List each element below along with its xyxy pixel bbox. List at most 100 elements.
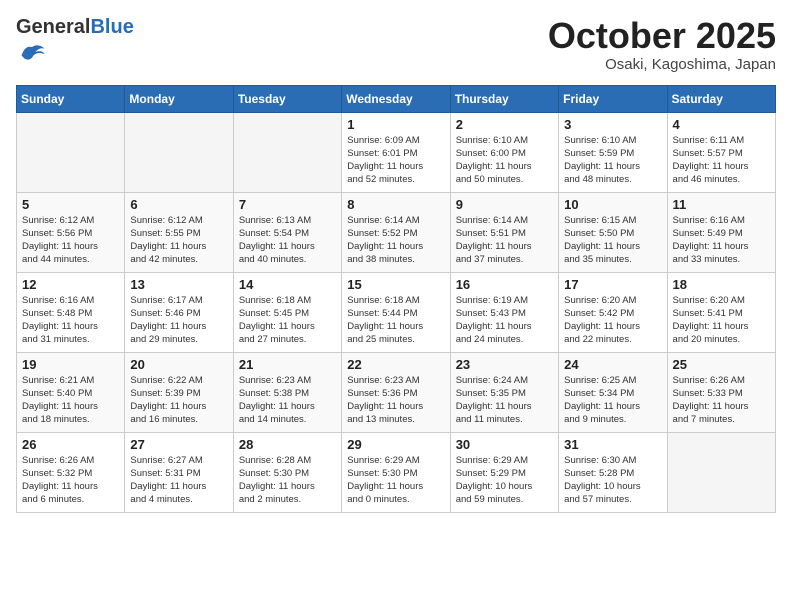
day-info: Sunrise: 6:14 AMSunset: 5:51 PMDaylight:… [456, 214, 553, 267]
day-number: 9 [456, 197, 553, 212]
day-cell: 28 Sunrise: 6:28 AMSunset: 5:30 PMDayligh… [233, 432, 341, 512]
day-info: Sunrise: 6:22 AMSunset: 5:39 PMDaylight:… [130, 374, 227, 427]
day-cell: 9 Sunrise: 6:14 AMSunset: 5:51 PMDaylight… [450, 192, 558, 272]
day-number: 21 [239, 357, 336, 372]
day-info: Sunrise: 6:28 AMSunset: 5:30 PMDaylight:… [239, 454, 336, 507]
day-info: Sunrise: 6:10 AMSunset: 6:00 PMDaylight:… [456, 134, 553, 187]
day-info: Sunrise: 6:20 AMSunset: 5:41 PMDaylight:… [673, 294, 770, 347]
day-cell: 21 Sunrise: 6:23 AMSunset: 5:38 PMDayligh… [233, 352, 341, 432]
location-subtitle: Osaki, Kagoshima, Japan [548, 56, 776, 73]
calendar-table: SundayMondayTuesdayWednesdayThursdayFrid… [16, 85, 776, 513]
day-info: Sunrise: 6:13 AMSunset: 5:54 PMDaylight:… [239, 214, 336, 267]
day-number: 2 [456, 117, 553, 132]
day-info: Sunrise: 6:18 AMSunset: 5:44 PMDaylight:… [347, 294, 444, 347]
day-info: Sunrise: 6:16 AMSunset: 5:48 PMDaylight:… [22, 294, 119, 347]
day-number: 23 [456, 357, 553, 372]
day-number: 19 [22, 357, 119, 372]
day-cell: 15Sunrise: 6:18 AMSunset: 5:44 PMDayligh… [342, 272, 450, 352]
day-cell: 13 Sunrise: 6:17 AMSunset: 5:46 PMDayligh… [125, 272, 233, 352]
day-info: Sunrise: 6:25 AMSunset: 5:34 PMDaylight:… [564, 374, 661, 427]
week-row-1: 1 Sunrise: 6:09 AMSunset: 6:01 PMDaylight… [17, 112, 776, 192]
week-row-3: 12 Sunrise: 6:16 AMSunset: 5:48 PMDayligh… [17, 272, 776, 352]
col-header-sunday: Sunday [17, 85, 125, 112]
day-info: Sunrise: 6:30 AMSunset: 5:28 PMDaylight:… [564, 454, 661, 507]
day-cell: 20 Sunrise: 6:22 AMSunset: 5:39 PMDayligh… [125, 352, 233, 432]
day-number: 29 [347, 437, 444, 452]
month-title: October 2025 [548, 16, 776, 56]
day-number: 13 [130, 277, 227, 292]
day-cell: 11 Sunrise: 6:16 AMSunset: 5:49 PMDayligh… [667, 192, 775, 272]
day-number: 6 [130, 197, 227, 212]
day-info: Sunrise: 6:23 AMSunset: 5:36 PMDaylight:… [347, 374, 444, 427]
day-info: Sunrise: 6:10 AMSunset: 5:59 PMDaylight:… [564, 134, 661, 187]
day-cell: 3 Sunrise: 6:10 AMSunset: 5:59 PMDaylight… [559, 112, 667, 192]
day-number: 14 [239, 277, 336, 292]
day-info: Sunrise: 6:26 AMSunset: 5:32 PMDaylight:… [22, 454, 119, 507]
col-header-thursday: Thursday [450, 85, 558, 112]
day-cell: 18 Sunrise: 6:20 AMSunset: 5:41 PMDayligh… [667, 272, 775, 352]
logo-general-text: General [16, 16, 90, 38]
day-number: 20 [130, 357, 227, 372]
day-number: 10 [564, 197, 661, 212]
col-header-monday: Monday [125, 85, 233, 112]
day-number: 1 [347, 117, 444, 132]
day-number: 25 [673, 357, 770, 372]
day-number: 18 [673, 277, 770, 292]
day-info: Sunrise: 6:19 AMSunset: 5:43 PMDaylight:… [456, 294, 553, 347]
day-cell: 10Sunrise: 6:15 AMSunset: 5:50 PMDayligh… [559, 192, 667, 272]
day-info: Sunrise: 6:16 AMSunset: 5:49 PMDaylight:… [673, 214, 770, 267]
logo-bird-icon [18, 38, 46, 66]
day-cell: 29Sunrise: 6:29 AMSunset: 5:30 PMDayligh… [342, 432, 450, 512]
day-cell: 7 Sunrise: 6:13 AMSunset: 5:54 PMDaylight… [233, 192, 341, 272]
day-number: 5 [22, 197, 119, 212]
col-header-saturday: Saturday [667, 85, 775, 112]
day-info: Sunrise: 6:12 AMSunset: 5:56 PMDaylight:… [22, 214, 119, 267]
day-number: 4 [673, 117, 770, 132]
logo: GeneralBlue [16, 16, 134, 71]
day-info: Sunrise: 6:17 AMSunset: 5:46 PMDaylight:… [130, 294, 227, 347]
day-number: 11 [673, 197, 770, 212]
day-number: 22 [347, 357, 444, 372]
day-info: Sunrise: 6:09 AMSunset: 6:01 PMDaylight:… [347, 134, 444, 187]
day-cell: 17Sunrise: 6:20 AMSunset: 5:42 PMDayligh… [559, 272, 667, 352]
day-cell: 12 Sunrise: 6:16 AMSunset: 5:48 PMDayligh… [17, 272, 125, 352]
day-cell [17, 112, 125, 192]
day-info: Sunrise: 6:29 AMSunset: 5:29 PMDaylight:… [456, 454, 553, 507]
col-header-friday: Friday [559, 85, 667, 112]
day-number: 7 [239, 197, 336, 212]
day-info: Sunrise: 6:18 AMSunset: 5:45 PMDaylight:… [239, 294, 336, 347]
day-info: Sunrise: 6:26 AMSunset: 5:33 PMDaylight:… [673, 374, 770, 427]
day-number: 28 [239, 437, 336, 452]
week-row-2: 5 Sunrise: 6:12 AMSunset: 5:56 PMDaylight… [17, 192, 776, 272]
day-cell: 23 Sunrise: 6:24 AMSunset: 5:35 PMDayligh… [450, 352, 558, 432]
day-info: Sunrise: 6:20 AMSunset: 5:42 PMDaylight:… [564, 294, 661, 347]
day-cell [125, 112, 233, 192]
day-cell: 26Sunrise: 6:26 AMSunset: 5:32 PMDayligh… [17, 432, 125, 512]
day-number: 30 [456, 437, 553, 452]
day-info: Sunrise: 6:24 AMSunset: 5:35 PMDaylight:… [456, 374, 553, 427]
calendar-header-row: SundayMondayTuesdayWednesdayThursdayFrid… [17, 85, 776, 112]
day-cell: 14 Sunrise: 6:18 AMSunset: 5:45 PMDayligh… [233, 272, 341, 352]
day-info: Sunrise: 6:21 AMSunset: 5:40 PMDaylight:… [22, 374, 119, 427]
day-info: Sunrise: 6:11 AMSunset: 5:57 PMDaylight:… [673, 134, 770, 187]
page-header: GeneralBlue October 2025 Osaki, Kagoshim… [16, 16, 776, 73]
title-block: October 2025 Osaki, Kagoshima, Japan [548, 16, 776, 73]
day-info: Sunrise: 6:23 AMSunset: 5:38 PMDaylight:… [239, 374, 336, 427]
day-info: Sunrise: 6:12 AMSunset: 5:55 PMDaylight:… [130, 214, 227, 267]
day-number: 16 [456, 277, 553, 292]
day-cell: 1 Sunrise: 6:09 AMSunset: 6:01 PMDaylight… [342, 112, 450, 192]
week-row-4: 19 Sunrise: 6:21 AMSunset: 5:40 PMDayligh… [17, 352, 776, 432]
day-cell: 22 Sunrise: 6:23 AMSunset: 5:36 PMDayligh… [342, 352, 450, 432]
day-number: 3 [564, 117, 661, 132]
day-number: 27 [130, 437, 227, 452]
day-cell: 27Sunrise: 6:27 AMSunset: 5:31 PMDayligh… [125, 432, 233, 512]
day-cell: 4 Sunrise: 6:11 AMSunset: 5:57 PMDaylight… [667, 112, 775, 192]
day-cell: 31Sunrise: 6:30 AMSunset: 5:28 PMDayligh… [559, 432, 667, 512]
day-cell [233, 112, 341, 192]
day-number: 24 [564, 357, 661, 372]
day-number: 8 [347, 197, 444, 212]
week-row-5: 26Sunrise: 6:26 AMSunset: 5:32 PMDayligh… [17, 432, 776, 512]
day-number: 12 [22, 277, 119, 292]
logo-blue-text: Blue [90, 16, 133, 38]
col-header-tuesday: Tuesday [233, 85, 341, 112]
